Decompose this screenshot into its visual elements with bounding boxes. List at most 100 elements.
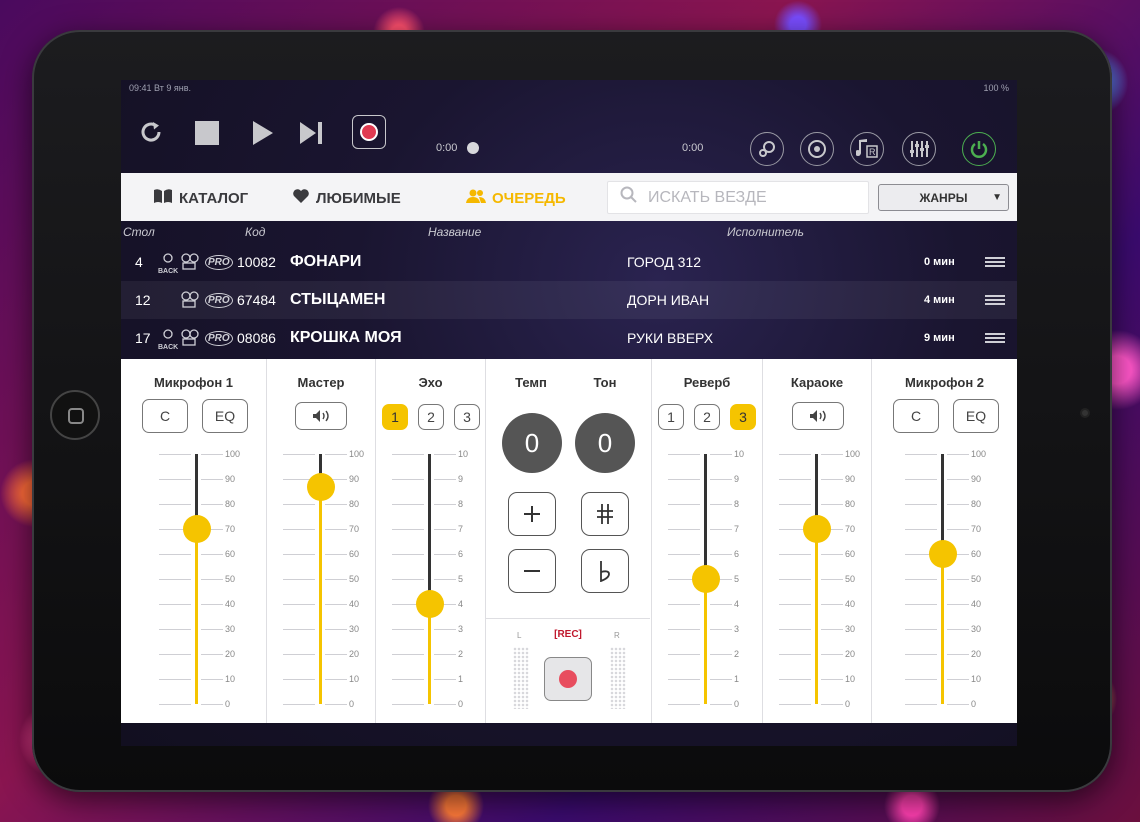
slider-tick-label: 80 xyxy=(225,499,236,509)
slider-thumb[interactable] xyxy=(691,565,720,593)
tab-catalog-label: КАТАЛОГ xyxy=(179,189,249,207)
slider-tick xyxy=(434,504,456,505)
slider-tick xyxy=(201,504,223,505)
tab-favorites[interactable]: ЛЮБИМЫЕ xyxy=(292,188,401,208)
slider-tick xyxy=(325,554,347,555)
equalizer-button[interactable] xyxy=(902,132,936,166)
slider-tick-label: 50 xyxy=(349,574,360,584)
slider-tick xyxy=(434,454,456,455)
master-speaker-button[interactable] xyxy=(295,402,347,430)
tone-flat-button[interactable] xyxy=(581,549,629,593)
slider-tick xyxy=(905,654,937,655)
record-button[interactable] xyxy=(352,115,386,149)
echo-preset-button[interactable]: 2 xyxy=(418,404,444,430)
power-button[interactable] xyxy=(962,132,996,166)
slider-tick-label: 0 xyxy=(458,699,464,709)
slider-track xyxy=(941,454,944,554)
music-rating-button[interactable]: R xyxy=(850,132,884,166)
home-button[interactable] xyxy=(50,390,100,440)
tempo-plus-button[interactable] xyxy=(508,492,556,536)
slider-tick-label: 70 xyxy=(971,524,982,534)
genres-label: ЖАНРЫ xyxy=(919,190,968,205)
slider-tick xyxy=(905,454,937,455)
slider-tick xyxy=(947,604,969,605)
next-button[interactable] xyxy=(299,121,325,145)
mic1-channel: Микрофон 1 C EQ 100 90 80 70 60 50 40 30 20 10 0 xyxy=(121,359,267,723)
slider-tick-label: 10 xyxy=(349,674,360,684)
mic1-slider[interactable]: 100 90 80 70 60 50 40 30 20 10 0 xyxy=(159,449,240,709)
slider-thumb[interactable] xyxy=(306,472,335,501)
reverb-slider[interactable]: 10 9 8 7 6 5 4 3 2 1 0 xyxy=(668,449,748,709)
slider-tick xyxy=(201,454,223,455)
slider-tick xyxy=(710,504,732,505)
queue-row[interactable]: 12 PRO 67484 СТЫЦАМЕН ДОРН ИВАН 4 мин xyxy=(121,281,1017,319)
slider-tick xyxy=(668,529,700,530)
slider-tick xyxy=(283,579,315,580)
slider-tick-label: 6 xyxy=(458,549,464,559)
progress-knob[interactable] xyxy=(467,142,479,154)
drag-handle-icon[interactable] xyxy=(985,255,1005,269)
speaker-icon xyxy=(313,410,329,422)
master-slider[interactable]: 100 90 80 70 60 50 40 30 20 10 0 xyxy=(283,449,364,709)
tempo-tone-panel: Темп Тон 0 0 L [REC] R xyxy=(486,359,652,723)
genres-dropdown[interactable]: ЖАНРЫ ▼ xyxy=(878,184,1009,211)
slider-tick-label: 80 xyxy=(971,499,982,509)
mic2-c-button[interactable]: C xyxy=(893,399,939,433)
slider-tick-label: 7 xyxy=(458,524,464,534)
slider-tick xyxy=(821,604,843,605)
pro-icon: PRO xyxy=(205,331,233,346)
row-code: 67484 xyxy=(237,292,276,308)
row-table: 4 xyxy=(135,254,143,270)
slider-thumb[interactable] xyxy=(928,540,957,568)
slider-thumb[interactable] xyxy=(802,515,831,543)
pro-icon: PRO xyxy=(205,255,233,270)
tempo-minus-button[interactable] xyxy=(508,549,556,593)
echo-preset-button[interactable]: 3 xyxy=(454,404,480,430)
drag-handle-icon[interactable] xyxy=(985,331,1005,345)
echo-slider[interactable]: 10 9 8 7 6 5 4 3 2 1 0 xyxy=(392,449,472,709)
play-button[interactable] xyxy=(251,120,275,146)
tone-value: 0 xyxy=(575,413,635,473)
video-icon xyxy=(180,291,200,311)
slider-tick xyxy=(821,679,843,680)
slider-tick-label: 80 xyxy=(845,499,856,509)
slider-tick xyxy=(325,704,347,705)
reverb-preset-button[interactable]: 3 xyxy=(730,404,756,430)
slider-tick xyxy=(905,579,937,580)
slider-thumb[interactable] xyxy=(415,590,444,618)
slider-thumb[interactable] xyxy=(182,515,211,543)
mic1-eq-button[interactable]: EQ xyxy=(202,399,248,433)
slider-tick-label: 10 xyxy=(734,449,745,459)
reverb-preset-button[interactable]: 2 xyxy=(694,404,720,430)
search-input[interactable]: ИСКАТЬ ВЕЗДЕ xyxy=(607,181,869,214)
karaoke-slider[interactable]: 100 90 80 70 60 50 40 30 20 10 0 xyxy=(779,449,860,709)
row-wait: 0 мин xyxy=(924,256,955,268)
tab-catalog[interactable]: КАТАЛОГ xyxy=(153,188,248,208)
slider-tick xyxy=(325,504,347,505)
tab-queue[interactable]: ОЧЕРЕДЬ xyxy=(466,188,566,208)
equalizer-icon xyxy=(910,141,929,157)
repeat-button[interactable] xyxy=(137,118,165,146)
row-wait: 9 мин xyxy=(924,332,955,344)
queue-row[interactable]: 4 BACK PRO 10082 ФОНАРИ ГОРОД 312 0 мин xyxy=(121,243,1017,281)
queue-row[interactable]: 17 BACK PRO 08086 КРОШКА МОЯ РУКИ ВВЕРХ 9 мин xyxy=(121,319,1017,357)
echo-preset-button[interactable]: 1 xyxy=(382,404,408,430)
recorder-area: L [REC] R xyxy=(486,618,650,723)
stop-button[interactable] xyxy=(195,121,219,145)
slider-tick-label: 90 xyxy=(971,474,982,484)
slider-tick xyxy=(779,454,811,455)
slider-tick xyxy=(779,654,811,655)
mic1-c-button[interactable]: C xyxy=(142,399,188,433)
slider-tick xyxy=(325,454,347,455)
mic-record-button[interactable] xyxy=(544,657,592,701)
reverb-preset-button[interactable]: 1 xyxy=(658,404,684,430)
karaoke-speaker-button[interactable] xyxy=(792,402,844,430)
slider-tick xyxy=(905,529,937,530)
settings-button[interactable] xyxy=(750,132,784,166)
slider-tick xyxy=(779,629,811,630)
remote-button[interactable] xyxy=(800,132,834,166)
mic2-eq-button[interactable]: EQ xyxy=(953,399,999,433)
tone-sharp-button[interactable] xyxy=(581,492,629,536)
mic2-slider[interactable]: 100 90 80 70 60 50 40 30 20 10 0 xyxy=(905,449,986,709)
drag-handle-icon[interactable] xyxy=(985,293,1005,307)
